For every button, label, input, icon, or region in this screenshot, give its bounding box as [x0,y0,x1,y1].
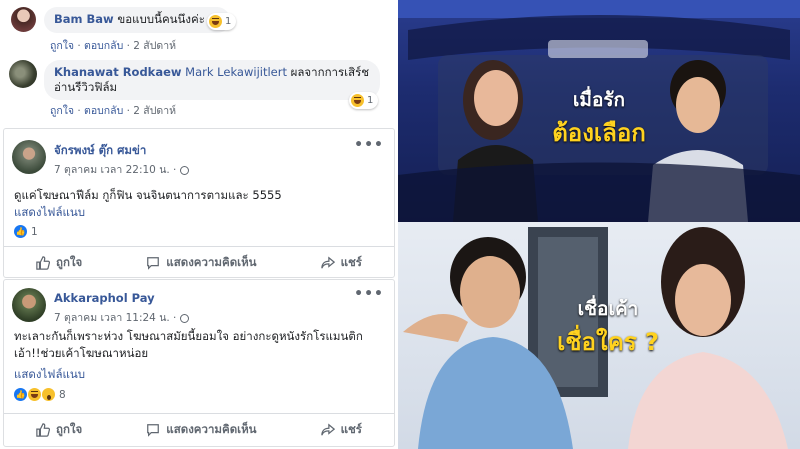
post-card: Akkaraphol Pay 7 ตุลาคม เวลา 11:24 น. · … [3,279,395,447]
reply-bubble: Bam Baw ขอแบบนี้คนนึงค่ะ [44,7,230,33]
reply-bubble: Khanawat Rodkaew Mark Lekawijitlert ผลจา… [44,60,380,100]
globe-icon [179,313,189,323]
thumbs-up-icon [36,255,50,270]
haha-icon [351,94,364,107]
post-text: ดูแค่โฆษณาฟีล์ม กูก็ฟิน จนจินตนาการตามแล… [14,188,282,202]
post-time[interactable]: 7 ตุลาคม เวลา 11:24 น. · [54,309,189,326]
comment-time[interactable]: 2 สัปดาห์ [133,105,176,117]
share-button[interactable]: แชร์ [320,421,362,439]
globe-icon [179,165,189,175]
like-link[interactable]: ถูกใจ [50,40,74,52]
share-icon [320,422,335,435]
show-attachment-link[interactable]: แสดงไฟล์แนบ [14,204,85,222]
ad-image-car-scene: เมื่อรัก ต้องเลือก [398,0,800,222]
share-button[interactable]: แชร์ [320,254,362,272]
reaction-count: 1 [225,16,232,27]
poster-name[interactable]: Akkaraphol Pay [54,291,155,305]
reaction-pill[interactable]: 1 [207,13,237,30]
share-icon [320,255,335,268]
thumbs-up-icon [36,422,50,437]
comment-icon [147,256,160,270]
comment-time[interactable]: 2 สัปดาห์ [133,40,176,52]
post-time[interactable]: 7 ตุลาคม เวลา 22:10 น. · [54,161,189,178]
reaction-count: 1 [31,225,38,238]
avatar-bam-baw[interactable] [11,7,36,32]
comment-text: ขอแบบนี้คนนึงค่ะ [117,12,205,26]
haha-icon [209,15,222,28]
like-reaction-icon: 👍 [14,225,27,238]
commenter-name[interactable]: Bam Baw [54,12,114,26]
ad-image-pointing-scene: เชื่อเค้า เชื่อใคร ? [398,222,800,449]
reaction-count: 1 [367,95,374,106]
ad-caption-line2: ต้องเลือก [552,119,646,147]
commenter-name[interactable]: Khanawat Rodkaew [54,65,182,79]
reaction-summary[interactable]: 👍 8 [14,388,66,401]
ad-caption-line1: เมื่อรัก [572,89,626,111]
like-button[interactable]: ถูกใจ [36,254,82,272]
reply-meta: ถูกใจ · ตอบกลับ · 2 สัปดาห์ [50,105,177,117]
reaction-summary[interactable]: 👍 1 [14,225,38,238]
reply-link[interactable]: ตอบกลับ [84,105,123,117]
ad-caption-line2: เชื่อใคร ? [557,328,659,356]
ad-images-panel: เมื่อรัก ต้องเลือก เชื่อเค้า เชื่อใคร ? [398,0,800,449]
comment-text-line2: อ่านรีวิวฟิล์ม [54,80,118,94]
reaction-pill[interactable]: 1 [349,92,379,109]
comment-button[interactable]: แสดงความคิดเห็น [146,254,257,272]
post-text: ทะเลาะกันก็เพราะห่วง โฆษณาสมัยนี้ยอมใจ อ… [14,329,363,360]
ad-caption-line1: เชื่อเค้า [577,298,639,320]
more-options-icon[interactable]: ••• [354,286,384,302]
reaction-count: 8 [59,388,66,401]
haha-icon [28,388,41,401]
tagged-user[interactable]: Mark Lekawijitlert [185,65,287,79]
like-button[interactable]: ถูกใจ [36,421,82,439]
facebook-comments-panel: Bam Baw ขอแบบนี้คนนึงค่ะ 1 ถูกใจ · ตอบกล… [0,0,398,449]
comment-button[interactable]: แสดงความคิดเห็น [146,421,257,439]
comment-text: ผลจากการเสิร์ช [286,65,370,79]
poster-name[interactable]: จักรพงษ์ ตุ๊ก ศมข่า [54,142,146,160]
comment-icon [147,423,160,437]
reply-link[interactable]: ตอบกลับ [84,40,123,52]
show-attachment-link[interactable]: แสดงไฟล์แนบ [14,366,85,384]
avatar-akkaraphol[interactable] [12,288,46,322]
post-action-bar: ถูกใจ แสดงความคิดเห็น แชร์ [4,246,394,278]
post-action-bar: ถูกใจ แสดงความคิดเห็น แชร์ [4,413,394,445]
wow-icon [42,388,55,401]
avatar-jakkaphong[interactable] [12,140,46,174]
like-reaction-icon: 👍 [14,388,27,401]
like-link[interactable]: ถูกใจ [50,105,74,117]
post-card: จักรพงษ์ ตุ๊ก ศมข่า 7 ตุลาคม เวลา 22:10 … [3,128,395,278]
avatar-khanawat[interactable] [9,60,37,88]
more-options-icon[interactable]: ••• [354,137,384,153]
reply-meta: ถูกใจ · ตอบกลับ · 2 สัปดาห์ [50,40,177,52]
